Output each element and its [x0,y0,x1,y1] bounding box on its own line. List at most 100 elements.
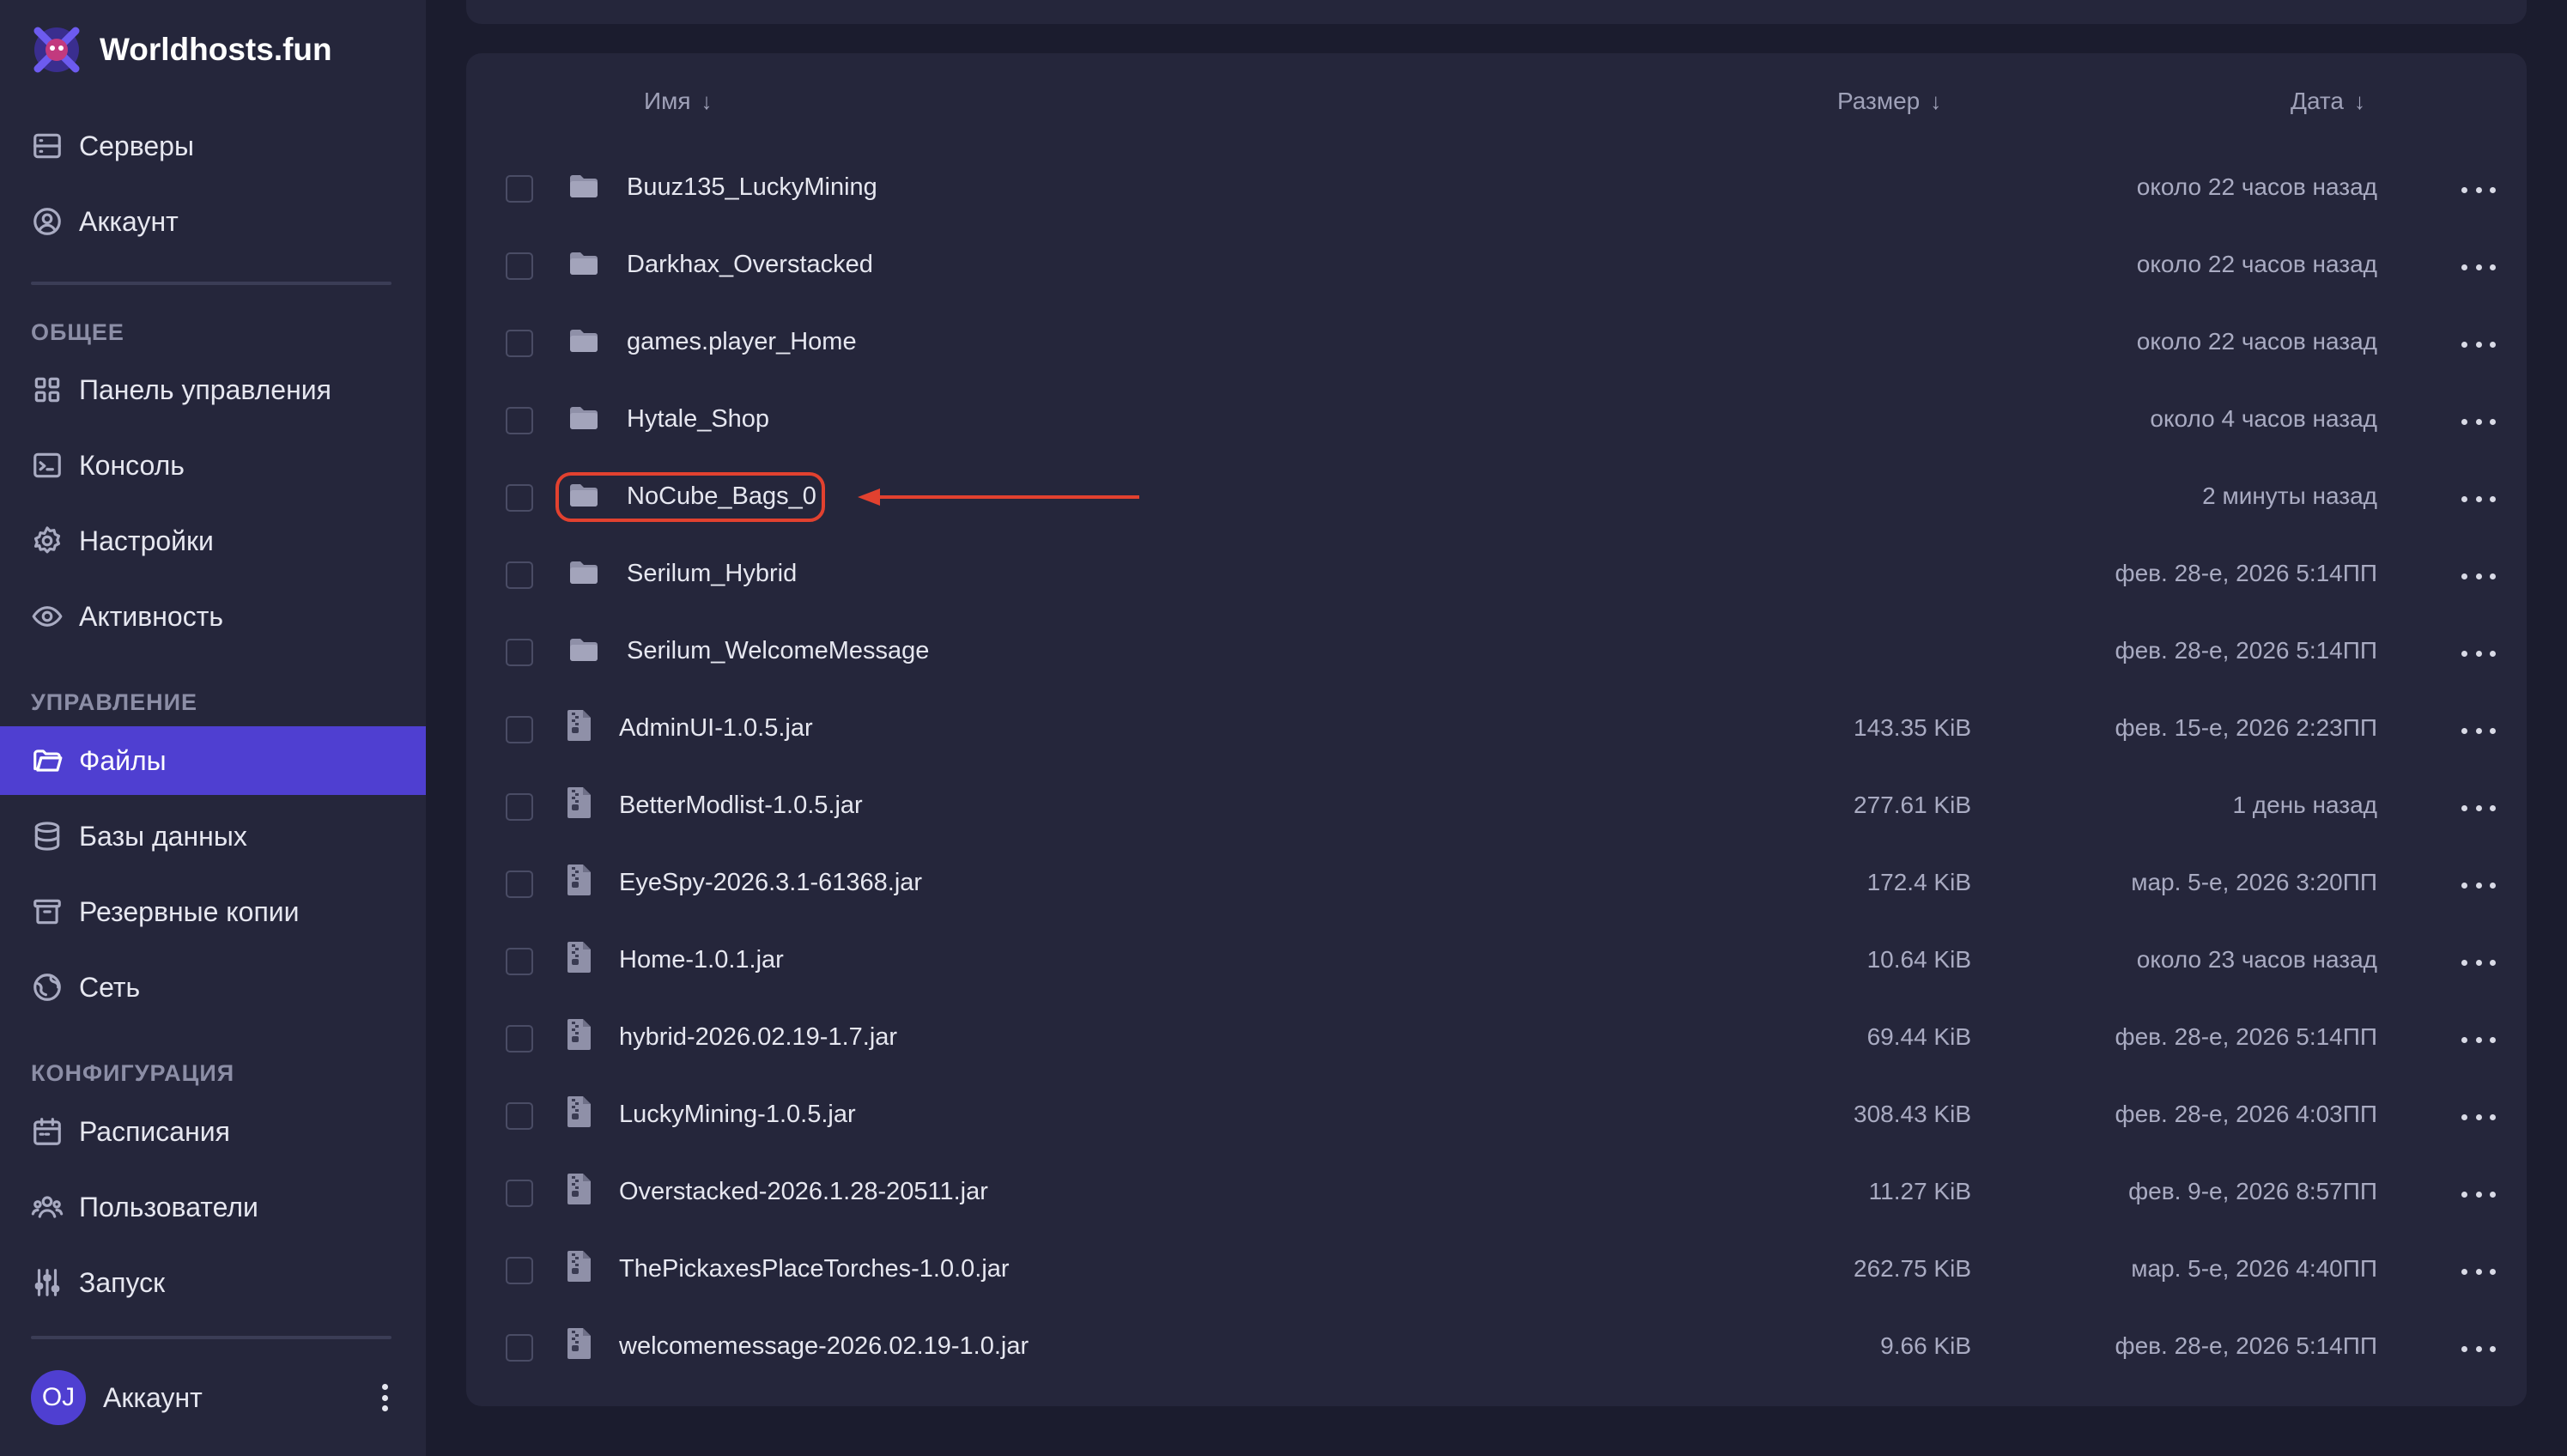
file-size: 277.61 KiB [1854,792,1971,818]
nav-activity[interactable]: Активность [0,582,426,651]
database-icon [31,820,64,852]
file-name[interactable]: Serilum_WelcomeMessage [627,637,929,665]
folder-row[interactable]: Darkhax_Overstacked около 22 часов назад [466,228,2527,306]
nav-dashboard[interactable]: Панель управления [0,355,426,424]
folder-row[interactable]: Buuz135_LuckyMining около 22 часов назад [466,151,2527,228]
file-date: фев. 9-е, 2026 8:57ПП [2128,1178,2377,1204]
file-name[interactable]: Home-1.0.1.jar [619,946,784,974]
file-row[interactable]: welcomemessage-2026.02.19-1.0.jar 9.66 Ki… [466,1310,2527,1387]
header-size-label: Размер [1837,88,1921,114]
file-name[interactable]: Serilum_Hybrid [627,560,797,588]
nav-databases[interactable]: Базы данных [0,802,426,871]
nav-settings[interactable]: Настройки [0,507,426,575]
folder-row[interactable]: Serilum_Hybrid фев. 28-е, 2026 5:14ПП [466,537,2527,615]
file-archive-icon [567,1173,592,1210]
file-name[interactable]: LuckyMining-1.0.5.jar [619,1101,856,1129]
file-row[interactable]: EyeSpy-2026.3.1-61368.jar 172.4 KiB мар. 5… [466,846,2527,924]
header-name[interactable]: Имя ↓ [644,88,713,115]
nav-schedules[interactable]: Расписания [0,1097,426,1166]
row-checkbox[interactable] [506,639,533,666]
users-icon [31,1191,64,1223]
file-size: 11.27 KiB [1868,1178,1971,1204]
nav-files[interactable]: Файлы [0,726,426,795]
file-row[interactable]: hybrid-2026.02.19-1.7.jar 69.44 KiB фев. 2… [466,1001,2527,1078]
file-name[interactable]: BetterModlist-1.0.5.jar [619,792,863,820]
row-checkbox[interactable] [506,1102,533,1130]
file-row[interactable]: Overstacked-2026.1.28-20511.jar 11.27 KiB… [466,1156,2527,1233]
folder-row[interactable]: NoCube_Bags_0 2 минуты назад [466,460,2527,537]
header-size[interactable]: Размер ↓ [1837,88,1941,115]
more-actions-icon[interactable] [2461,486,2496,512]
nav-backups[interactable]: Резервные копии [0,877,426,946]
more-actions-icon[interactable] [2461,1259,2496,1284]
file-name[interactable]: Buuz135_LuckyMining [627,173,877,202]
file-archive-icon [567,1018,592,1055]
file-name[interactable]: hybrid-2026.02.19-1.7.jar [619,1023,897,1052]
more-actions-icon[interactable] [2461,1336,2496,1362]
nav-network[interactable]: Сеть [0,953,426,1022]
row-checkbox[interactable] [506,793,533,821]
row-checkbox[interactable] [506,252,533,280]
row-checkbox[interactable] [506,871,533,898]
file-name[interactable]: games.player_Home [627,328,857,356]
more-actions-icon[interactable] [2461,718,2496,743]
more-actions-icon[interactable] [2461,1181,2496,1207]
folder-icon [568,635,599,669]
nav-label: Запуск [79,1266,166,1298]
row-checkbox[interactable] [506,1334,533,1362]
file-row[interactable]: Home-1.0.1.jar 10.64 KiB около 23 часов на… [466,924,2527,1001]
folder-row[interactable]: Hytale_Shop около 4 часов назад [466,383,2527,460]
account-menu[interactable]: OJ Аккаунт [31,1370,395,1425]
more-actions-icon[interactable] [2461,563,2496,589]
row-checkbox[interactable] [506,407,533,434]
row-checkbox[interactable] [506,561,533,589]
more-actions-icon[interactable] [2461,331,2496,357]
nav-account[interactable]: Аккаунт [0,187,426,256]
file-name[interactable]: Hytale_Shop [627,405,769,434]
file-size: 143.35 KiB [1854,714,1971,741]
row-checkbox[interactable] [506,1180,533,1207]
file-date: фев. 15-е, 2026 2:23ПП [2115,714,2377,741]
row-checkbox[interactable] [506,175,533,203]
nav-label: Сеть [79,971,141,1003]
more-actions-icon[interactable] [2461,177,2496,203]
file-row[interactable]: LuckyMining-1.0.5.jar 308.43 KiB фев. 28-е… [466,1078,2527,1156]
more-actions-icon[interactable] [2461,640,2496,666]
file-name[interactable]: welcomemessage-2026.02.19-1.0.jar [619,1332,1029,1361]
nav-label: Активность [79,600,224,632]
file-name[interactable]: EyeSpy-2026.3.1-61368.jar [619,869,922,897]
file-row[interactable]: AdminUI-1.0.5.jar 143.35 KiB фев. 15-е, 20… [466,692,2527,769]
folder-row[interactable]: games.player_Home около 22 часов назад [466,306,2527,383]
more-actions-icon[interactable] [2461,254,2496,280]
row-checkbox[interactable] [506,330,533,357]
nav-servers[interactable]: Серверы [0,112,426,180]
file-name[interactable]: Darkhax_Overstacked [627,251,873,279]
brand-name: Worldhosts.fun [100,32,332,67]
more-actions-icon[interactable] [2461,949,2496,975]
nav-users[interactable]: Пользователи [0,1173,426,1241]
more-actions-icon[interactable] [2461,872,2496,898]
more-actions-icon[interactable] [2461,1104,2496,1130]
row-checkbox[interactable] [506,1025,533,1053]
nav-startup[interactable]: Запуск [0,1248,426,1317]
file-row[interactable]: BetterModlist-1.0.5.jar 277.61 KiB 1 день … [466,769,2527,846]
file-name[interactable]: ThePickaxesPlaceTorches-1.0.0.jar [619,1255,1010,1283]
header-date[interactable]: Дата ↓ [2291,88,2365,115]
file-name[interactable]: Overstacked-2026.1.28-20511.jar [619,1178,988,1206]
more-actions-icon[interactable] [2461,795,2496,821]
file-row[interactable]: ThePickaxesPlaceTorches-1.0.0.jar 262.75 … [466,1233,2527,1310]
row-checkbox[interactable] [506,484,533,512]
row-checkbox[interactable] [506,1257,533,1284]
nav-console[interactable]: Консоль [0,431,426,500]
row-checkbox[interactable] [506,948,533,975]
file-date: около 22 часов назад [2136,328,2377,355]
kebab-menu-icon[interactable] [374,1379,395,1417]
more-actions-icon[interactable] [2461,1027,2496,1053]
user-circle-icon [31,205,64,238]
more-actions-icon[interactable] [2461,409,2496,434]
sidebar-divider [31,282,391,285]
row-checkbox[interactable] [506,716,533,743]
file-name[interactable]: AdminUI-1.0.5.jar [619,714,813,743]
folder-row[interactable]: Serilum_WelcomeMessage фев. 28-е, 2026 5:… [466,615,2527,692]
brand[interactable]: Worldhosts.fun [31,24,332,76]
